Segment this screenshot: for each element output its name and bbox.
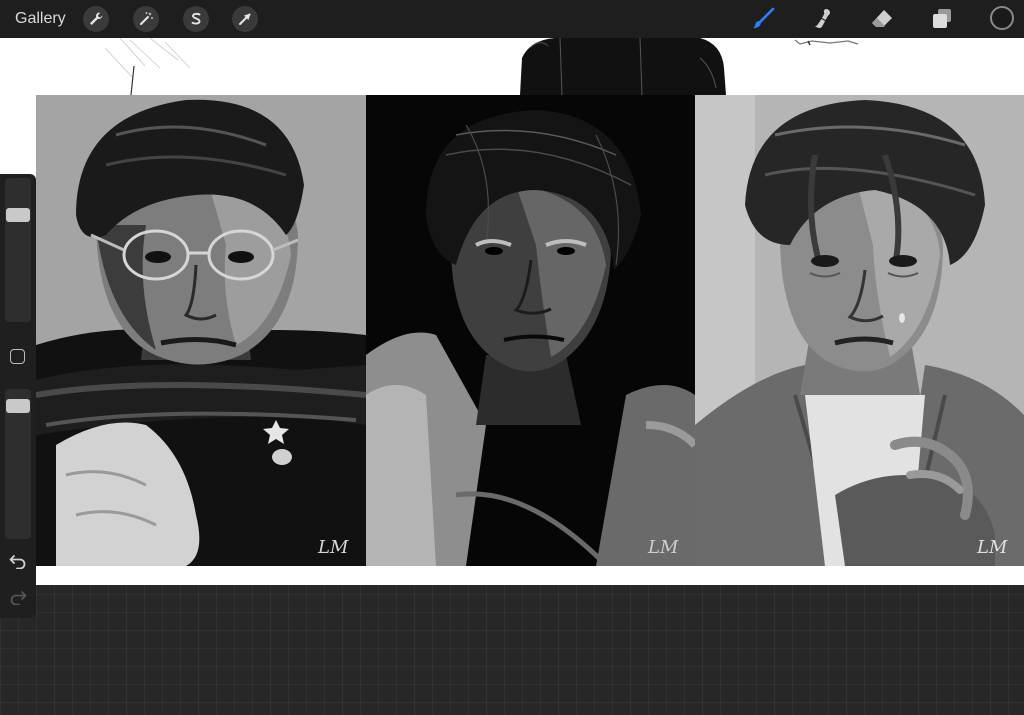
undo-icon	[9, 555, 26, 569]
modify-button[interactable]	[10, 349, 25, 364]
selection-button[interactable]	[183, 6, 209, 32]
brush-size-slider[interactable]	[5, 178, 31, 322]
top-toolbar: Gallery	[0, 0, 1024, 38]
portrait-panel-glasses[interactable]: LM	[36, 95, 366, 566]
canvas-top-sketch[interactable]	[0, 38, 1024, 95]
signature-lm: LM	[647, 537, 679, 558]
signature-lm: LM	[976, 537, 1008, 558]
layers-button[interactable]	[928, 6, 956, 32]
signature-lm: LM	[317, 537, 349, 558]
adjustments-button[interactable]	[133, 6, 159, 32]
undo-button[interactable]	[8, 552, 28, 570]
brush-size-thumb[interactable]	[6, 207, 30, 222]
eraser-tool-button[interactable]	[868, 6, 896, 32]
canvas-sketch-lines	[104, 38, 859, 95]
opacity-slider[interactable]	[5, 389, 31, 539]
opacity-thumb[interactable]	[6, 398, 30, 413]
canvas-bottom-margin	[36, 566, 1024, 585]
portrait-jacket-artwork: LM	[695, 95, 1024, 566]
layers-icon	[933, 9, 951, 28]
brush-icon	[753, 7, 775, 28]
smudge-tool-button[interactable]	[809, 6, 837, 32]
eraser-icon	[872, 10, 892, 27]
paint-tool-button[interactable]	[750, 6, 778, 32]
portrait-dark-artwork: LM	[366, 95, 695, 566]
actions-button[interactable]	[83, 6, 109, 32]
left-sidebar	[0, 174, 36, 618]
smudge-icon	[815, 9, 830, 29]
redo-button[interactable]	[8, 588, 28, 606]
selection-s-icon	[191, 12, 201, 25]
portrait-glasses-artwork: LM	[36, 95, 366, 566]
color-picker-button[interactable]	[990, 6, 1014, 30]
magic-wand-icon	[140, 12, 153, 25]
portrait-panel-jacket[interactable]: LM	[695, 95, 1024, 566]
gallery-button[interactable]: Gallery	[15, 9, 66, 29]
redo-icon	[10, 591, 27, 605]
transform-button[interactable]	[232, 6, 258, 32]
wrench-icon	[90, 12, 103, 25]
transform-arrow-icon	[239, 13, 251, 25]
portrait-panel-dark[interactable]: LM	[366, 95, 695, 566]
